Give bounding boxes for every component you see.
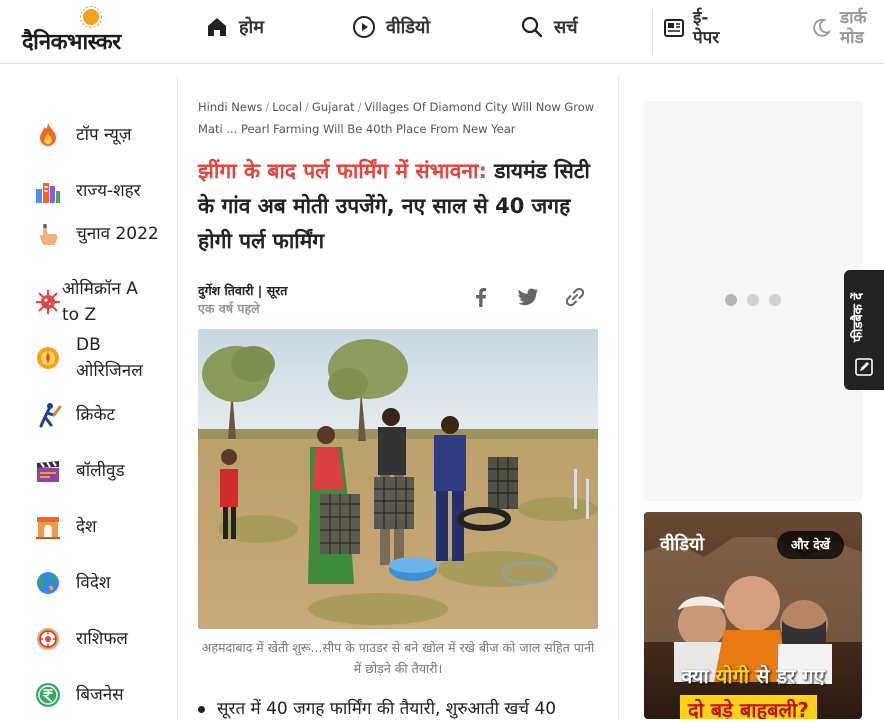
fire-icon [40, 123, 56, 146]
dark-mode-toggle[interactable]: डार्क मोड [810, 8, 880, 48]
sidebar-item-horoscope[interactable]: राशिफल [34, 625, 128, 653]
moon-icon [813, 18, 832, 37]
bullet-text: सूरत में 40 जगह फार्मिंग की तैयारी, शुरु… [217, 699, 557, 719]
sidebar-item-label: DB ओरिजिनल [76, 335, 143, 381]
sidebar-item-world[interactable]: विदेश [34, 569, 110, 597]
byline: दुर्गेश तिवारी | सूरत एक वर्ष पहले [198, 282, 600, 322]
loading-dot [747, 294, 759, 306]
facebook-icon[interactable] [470, 286, 492, 308]
virus-icon [36, 290, 60, 314]
sidebar-item-business[interactable]: बिजनेस [34, 681, 124, 709]
sidebar-item-label: बिजनेस [76, 685, 124, 705]
share-bar [470, 286, 586, 308]
sidebar-item-label: क्रिकेट [76, 405, 116, 425]
breadcrumb-gujarat[interactable]: Gujarat [312, 100, 355, 114]
loading-dot [769, 294, 781, 306]
home-icon [208, 18, 226, 36]
newspaper-icon [664, 19, 684, 37]
sidebar-item-omicron[interactable]: ओमिक्रॉन A to Z [34, 276, 154, 328]
summary-bullet: सूरत में 40 जगह फार्मिंग की तैयारी, शुरु… [198, 696, 598, 722]
voting-finger-icon [39, 224, 58, 245]
sidebar-item-label: ओमिक्रॉन A to Z [62, 279, 138, 325]
header-divider [652, 9, 653, 55]
sidebar-item-election[interactable]: चुनाव 2022 [34, 220, 168, 248]
nav-video[interactable]: वीडियो [352, 10, 430, 44]
sidebar-item-bollywood[interactable]: बॉलीवुड [34, 457, 125, 485]
clapperboard-icon [37, 461, 59, 482]
feedback-edit-icon [855, 358, 873, 376]
rupee-icon [36, 683, 60, 707]
loading-dots [725, 294, 781, 306]
sidebar-item-db-original[interactable]: DB ओरिजिनल [34, 332, 168, 384]
video-widget-title: वीडियो [660, 534, 705, 555]
feedback-tab[interactable]: फीडबैक दें [844, 270, 884, 390]
sidebar-item-label: देश [76, 517, 97, 537]
breadcrumb-hindi-news[interactable]: Hindi News [198, 100, 262, 114]
sidebar-item-top-news[interactable]: टॉप न्यूज़ [34, 121, 132, 149]
nav-epaper[interactable]: ई-पेपर [663, 8, 733, 48]
copy-link-icon[interactable] [564, 286, 586, 308]
sun-logo-icon [80, 6, 102, 28]
sidebar-item-label: बॉलीवुड [76, 461, 125, 481]
nav-search[interactable]: सर्च [520, 10, 578, 44]
photo-caption: अहमदाबाद में खेती शुरू...सीप के पाउडर से… [201, 640, 595, 676]
db-original-icon [37, 347, 59, 369]
nav-video-label: वीडियो [386, 17, 431, 38]
dark-mode-label: डार्क मोड [840, 8, 867, 48]
breadcrumb: Hindi News / Local / Gujarat / Villages Of Dia… [198, 100, 595, 136]
search-icon [521, 16, 543, 38]
article-photo[interactable] [198, 329, 598, 629]
sidebar-item-label: टॉप न्यूज़ [76, 125, 132, 145]
column-divider [618, 77, 619, 719]
india-gate-icon [36, 517, 60, 539]
sidebar-item-label: राज्य-शहर [76, 181, 141, 201]
sidebar-item-label: चुनाव 2022 [76, 224, 159, 244]
pearl-farming-photo [198, 329, 598, 629]
play-circle-icon [353, 16, 375, 38]
site-header: दैनिकभास्कर होम वीडियो सर्च ई-पेपर डार्क… [0, 0, 884, 64]
video-title-line1: क्या योगी से डर गए [644, 662, 862, 689]
sidebar-item-label: विदेश [76, 573, 111, 593]
cricket-icon [39, 403, 62, 428]
loading-dot [725, 294, 737, 306]
article-headline: झींगा के बाद पर्ल फार्मिंग में संभावना: … [198, 154, 600, 259]
twitter-icon[interactable] [516, 286, 540, 308]
feedback-label: फीडबैक दें [851, 292, 866, 342]
zodiac-icon [37, 628, 59, 650]
logo-text: दैनिकभास्कर [22, 30, 121, 55]
see-more-videos-button[interactable]: और देखें [776, 531, 844, 559]
breadcrumb-local[interactable]: Local [272, 100, 302, 114]
left-sidebar: टॉप न्यूज़ राज्य-शहर चुनाव 2022 ओमिक्रॉन… [0, 77, 178, 719]
globe-icon [37, 572, 59, 594]
nav-epaper-label: ई-पेपर [693, 8, 720, 48]
sidebar-item-country[interactable]: देश [34, 513, 97, 541]
headline-kicker: झींगा के बाद पर्ल फार्मिंग में संभावना: [198, 159, 487, 183]
video-widget[interactable]: वीडियो और देखें क्या योगी से डर गए दो बड… [644, 512, 862, 719]
ad-slot [643, 101, 862, 501]
video-title-line2: दो बड़े बाहुबली? [680, 695, 817, 719]
city-icon [36, 183, 60, 203]
video-title-highlight: योगी [715, 664, 750, 688]
nav-home-label: होम [239, 17, 264, 38]
video-title-part: से डर गए [749, 664, 825, 688]
sidebar-item-label: राशिफल [76, 629, 128, 649]
sidebar-item-cricket[interactable]: क्रिकेट [34, 401, 115, 429]
bullet-dot [198, 706, 205, 713]
nav-search-label: सर्च [554, 17, 578, 38]
site-logo[interactable]: दैनिकभास्कर [22, 6, 167, 58]
article: Hindi News / Local / Gujarat / Villages Of Dia… [198, 96, 600, 719]
video-title-part: क्या [681, 664, 716, 688]
sidebar-item-states[interactable]: राज्य-शहर [34, 177, 141, 205]
nav-home[interactable]: होम [205, 10, 264, 44]
